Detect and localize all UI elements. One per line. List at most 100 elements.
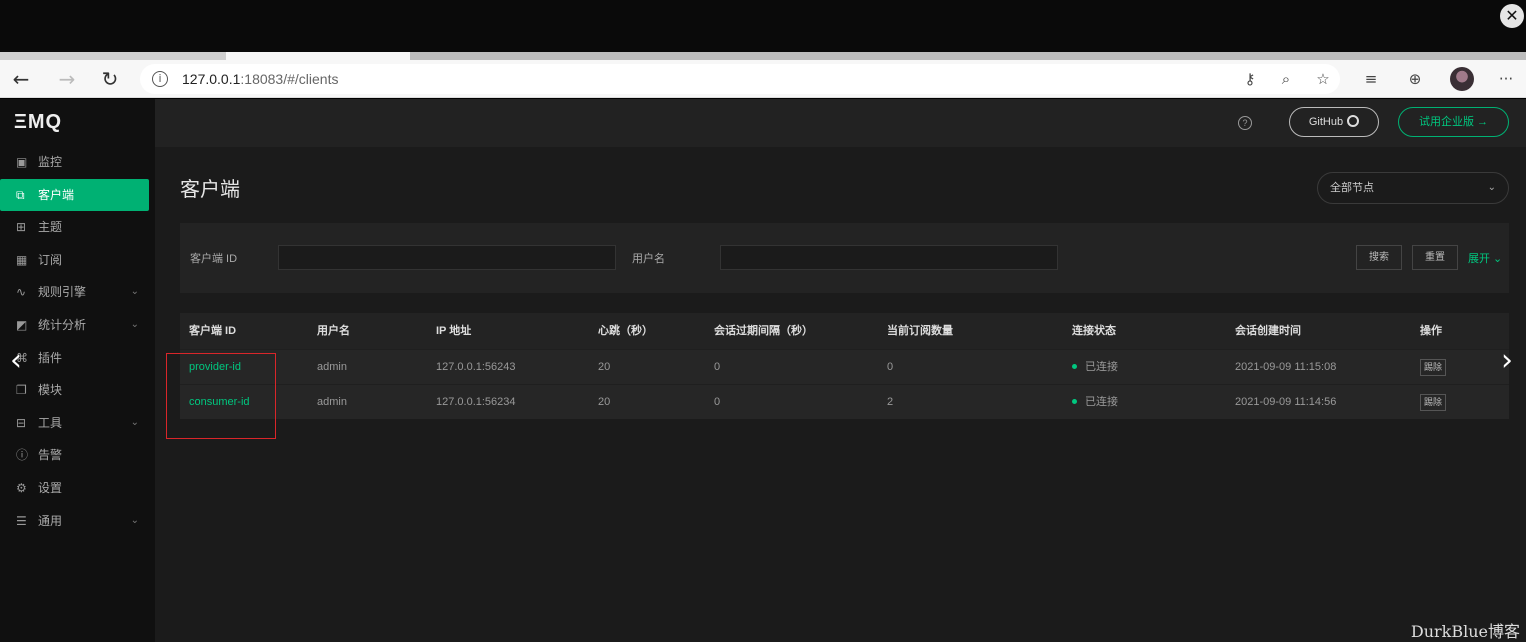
- status-cell: 已连接: [1072, 385, 1118, 420]
- back-icon[interactable]: ←: [8, 66, 34, 92]
- close-icon[interactable]: ✕: [1500, 4, 1524, 28]
- sidebar-item-general[interactable]: ☰ 通用 ⌄: [0, 505, 155, 538]
- profile-avatar[interactable]: [1450, 67, 1474, 91]
- rule-engine-icon: ∿: [16, 285, 27, 300]
- sidebar-item-monitor[interactable]: ▣ 监控: [0, 146, 155, 179]
- sidebar-item-subscriptions[interactable]: ▦ 订阅: [0, 244, 155, 277]
- modules-icon: ❐: [16, 383, 27, 398]
- keepalive-cell: 20: [598, 361, 611, 373]
- highlight-box: [166, 353, 276, 439]
- page-title: 客户端: [180, 179, 240, 201]
- next-arrow-icon[interactable]: ›: [1501, 343, 1513, 378]
- sidebar-item-topics[interactable]: ⊞ 主题: [0, 211, 155, 244]
- github-label: GitHub: [1308, 116, 1344, 128]
- subscriptions-icon: ▦: [16, 252, 28, 267]
- forward-icon[interactable]: →: [54, 66, 80, 92]
- analytics-icon: ◩: [16, 317, 28, 332]
- column-header: 用户名: [317, 325, 350, 337]
- sidebar-item-plugins[interactable]: ⌘ 插件: [0, 342, 155, 375]
- url-text[interactable]: 127.0.0.1:18083/#/clients: [182, 71, 338, 87]
- favorites-icon[interactable]: ≡: [1361, 69, 1381, 89]
- kick-button[interactable]: 踢除: [1420, 394, 1447, 411]
- column-header: IP 地址: [436, 325, 472, 337]
- top-bar: ✕: [0, 0, 1526, 52]
- expiry-cell: 0: [714, 396, 721, 408]
- settings-icon: ⚙: [16, 480, 27, 495]
- username-cell: admin: [317, 396, 347, 408]
- previous-arrow-icon[interactable]: ‹: [10, 343, 22, 378]
- add-favorite-icon[interactable]: ☆: [1313, 69, 1333, 89]
- collections-icon[interactable]: ⊕: [1405, 69, 1425, 89]
- username-input[interactable]: [720, 245, 1058, 270]
- column-header: 会话过期间隔（秒）: [714, 325, 813, 337]
- sidebar-item-label: 统计分析: [38, 317, 87, 332]
- status-text: 已连接: [1085, 396, 1118, 408]
- zoom-icon[interactable]: ⌕: [1276, 69, 1296, 89]
- inactive-tabs[interactable]: [410, 52, 1526, 60]
- keepalive-cell: 20: [598, 396, 611, 408]
- info-icon[interactable]: i: [152, 71, 168, 87]
- help-icon[interactable]: ?: [1238, 116, 1252, 130]
- browser-toolbar: ← → ↻ i 127.0.0.1:18083/#/clients ⚷ ⌕ ☆ …: [0, 60, 1526, 98]
- expand-button[interactable]: 展开 ⌄: [1468, 250, 1502, 266]
- logo[interactable]: ΞMQ: [14, 111, 62, 134]
- reload-icon[interactable]: ↻: [97, 66, 123, 92]
- status-cell: 已连接: [1072, 350, 1118, 385]
- client-id-label: 客户端 ID: [190, 253, 238, 265]
- sidebar-item-analytics[interactable]: ◩ 统计分析 ⌄: [0, 309, 155, 342]
- table-row: consumer-id admin 127.0.0.1:56234 20 0 2…: [180, 384, 1509, 419]
- sidebar-item-label: 模块: [38, 383, 63, 398]
- chevron-down-icon: ⌄: [1487, 182, 1496, 193]
- sidebar-item-label: 主题: [38, 220, 63, 235]
- tools-icon: ⊟: [16, 415, 27, 430]
- sidebar-item-label: 订阅: [38, 252, 63, 267]
- sidebar-item-tools[interactable]: ⊟ 工具 ⌄: [0, 407, 155, 440]
- try-enterprise-button[interactable]: 试用企业版 →: [1398, 107, 1509, 137]
- sidebar-item-clients[interactable]: ⧉ 客户端: [0, 178, 149, 212]
- client-id-input[interactable]: [278, 245, 616, 270]
- ip-cell: 127.0.0.1:56234: [436, 396, 516, 408]
- github-button[interactable]: GitHub: [1289, 107, 1379, 137]
- username-cell: admin: [317, 361, 347, 373]
- column-header: 当前订阅数量: [887, 325, 953, 337]
- github-icon: [1347, 115, 1360, 127]
- column-header: 连接状态: [1072, 325, 1116, 337]
- general-icon: ☰: [16, 513, 27, 528]
- active-tab[interactable]: [226, 52, 410, 60]
- expiry-cell: 0: [714, 361, 721, 373]
- chevron-down-icon: ⌄: [130, 286, 139, 298]
- search-button[interactable]: 搜索: [1356, 245, 1402, 270]
- sidebar-item-alarm[interactable]: ⓘ 告警: [0, 439, 155, 472]
- status-text: 已连接: [1085, 361, 1118, 373]
- created-cell: 2021-09-09 11:15:08: [1235, 361, 1337, 373]
- sidebar-item-rule-engine[interactable]: ∿ 规则引擎 ⌄: [0, 276, 155, 309]
- main-content: 客户端 全部节点 ⌄ 客户端 ID 用户名 搜索 重置 展开 ⌄ 客户端 ID 用…: [155, 147, 1526, 642]
- url-host: 127.0.0.1: [182, 71, 241, 87]
- url-path: :18083/#/clients: [240, 71, 339, 87]
- username-label: 用户名: [632, 253, 665, 265]
- sidebar-item-label: 通用: [38, 513, 63, 528]
- monitor-icon: ▣: [16, 155, 28, 169]
- subscriptions-cell: 2: [887, 396, 894, 408]
- sidebar-item-modules[interactable]: ❐ 模块: [0, 374, 155, 407]
- key-icon[interactable]: ⚷: [1240, 69, 1260, 89]
- address-bar[interactable]: i 127.0.0.1:18083/#/clients: [140, 64, 1340, 94]
- kick-button[interactable]: 踢除: [1420, 359, 1447, 376]
- watermark: DurkBlue博客: [1410, 622, 1520, 641]
- more-icon[interactable]: ···: [1496, 69, 1516, 89]
- created-cell: 2021-09-09 11:14:56: [1235, 396, 1337, 408]
- reset-button[interactable]: 重置: [1412, 245, 1458, 270]
- column-header: 客户端 ID: [189, 325, 237, 337]
- node-select-value: 全部节点: [1330, 182, 1374, 194]
- clients-icon: ⧉: [16, 187, 25, 202]
- sidebar-item-settings[interactable]: ⚙ 设置: [0, 472, 155, 505]
- topics-icon: ⊞: [16, 220, 27, 235]
- tab-strip: [0, 52, 1526, 60]
- status-dot-icon: [1072, 399, 1077, 404]
- chevron-down-icon: ⌄: [130, 318, 139, 330]
- sidebar-menu: ▣ 监控 ⧉ 客户端 ⊞ 主题 ▦ 订阅 ∿ 规则引擎 ⌄ ◩ 统计分析 ⌄ ⌘ 插件 ❐ 模块 ⊟…: [0, 146, 155, 537]
- chevron-down-icon: ⌄: [130, 416, 139, 428]
- ip-cell: 127.0.0.1:56243: [436, 361, 516, 373]
- table-row: provider-id admin 127.0.0.1:56243 20 0 0…: [180, 349, 1509, 384]
- node-select[interactable]: 全部节点 ⌄: [1317, 172, 1509, 204]
